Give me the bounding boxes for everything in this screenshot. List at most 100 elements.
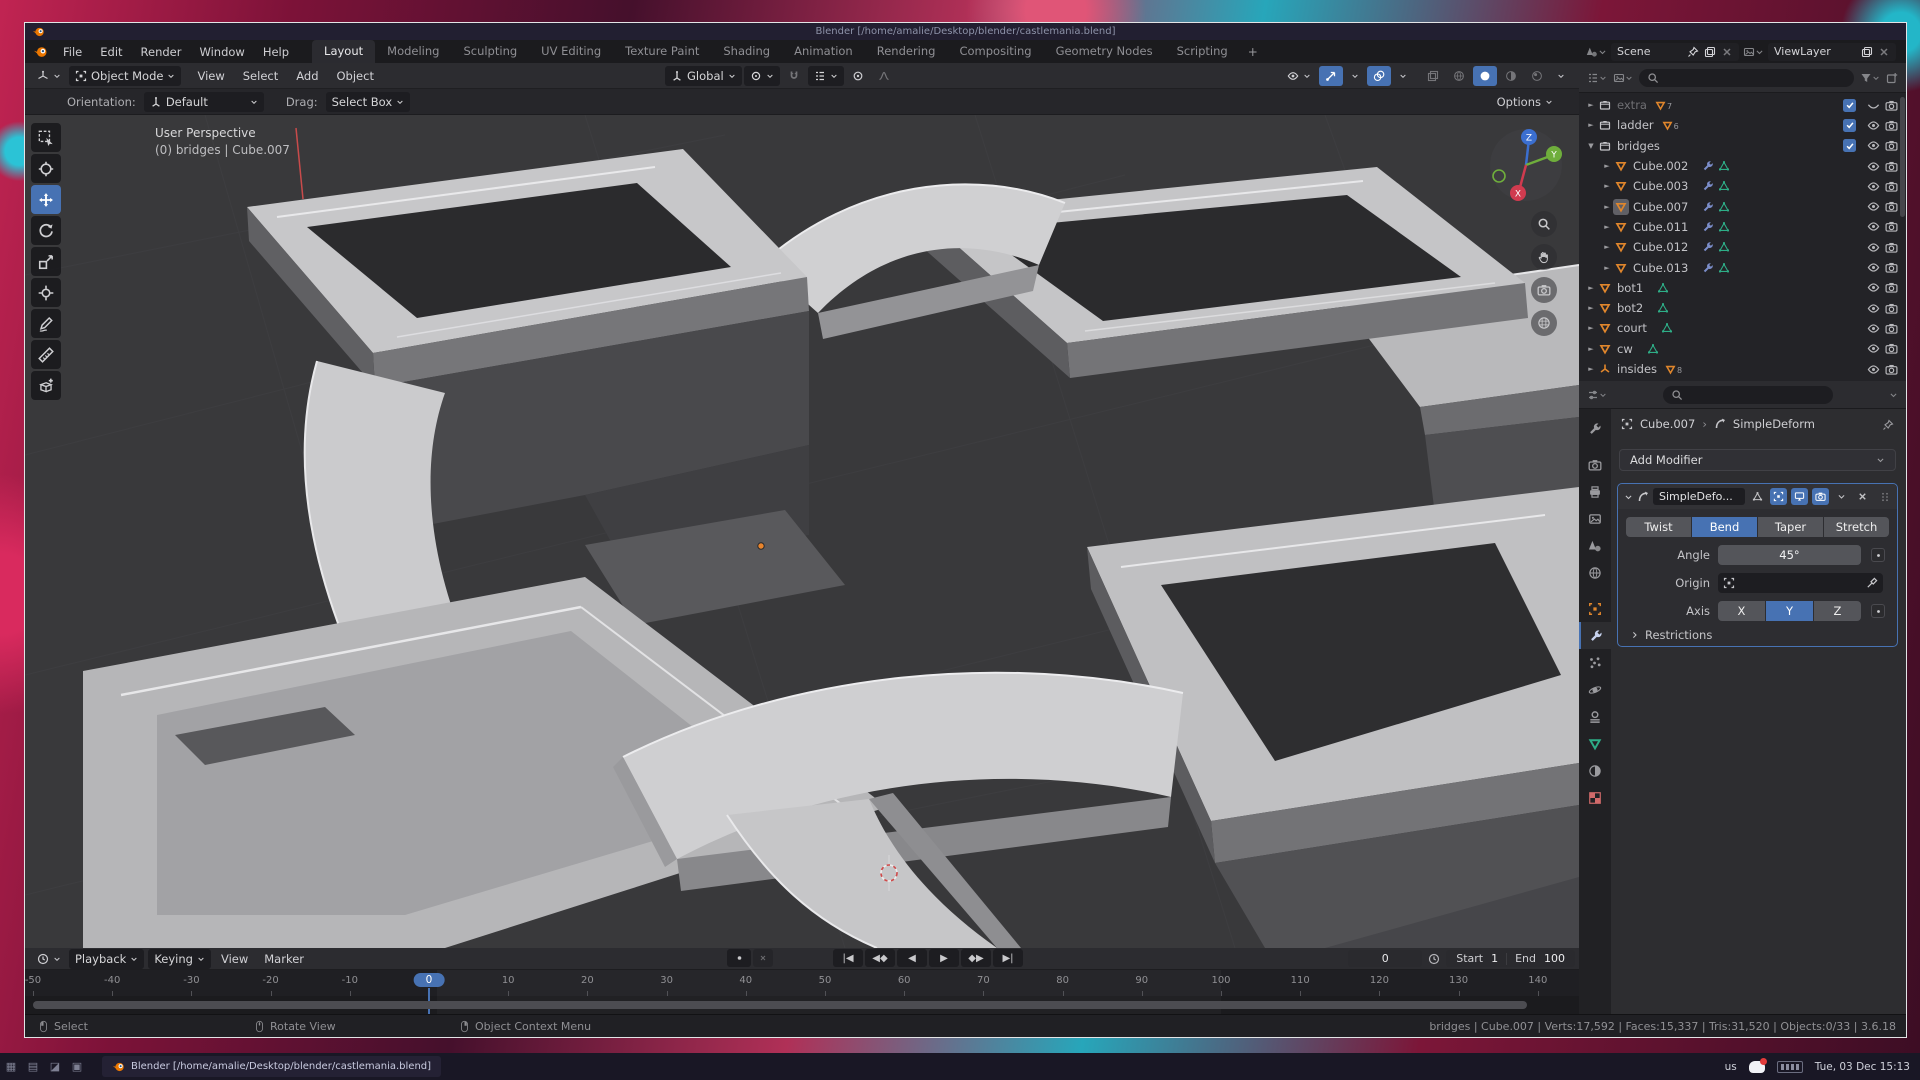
properties-tab-texture[interactable] [1579,784,1611,811]
render-visibility-toggle[interactable] [1882,220,1900,233]
viewport-menu-object[interactable]: Object [329,66,382,86]
collapse-chevron-icon[interactable] [1624,491,1633,503]
pivot-dropdown[interactable] [744,66,780,86]
outliner-display-mode-button[interactable] [1613,72,1633,84]
render-visibility-toggle[interactable] [1882,180,1900,193]
tool-transform[interactable] [31,278,61,307]
properties-tab-material[interactable] [1579,757,1611,784]
options-dropdown[interactable]: Options [1491,92,1559,112]
tool-cursor[interactable] [31,154,61,183]
zoom-button[interactable] [1531,211,1557,237]
timeline-scrollbar[interactable] [33,1001,1527,1009]
outliner-search-field[interactable] [1639,69,1854,87]
expand-arrow[interactable]: ► [1601,182,1613,190]
expand-arrow[interactable]: ► [1601,203,1613,211]
outliner-row[interactable]: ► extra 7 [1579,95,1906,115]
hide-toggle[interactable] [1864,220,1882,233]
jump-to-end-button[interactable]: ▶| [993,949,1023,967]
tab-rendering[interactable]: Rendering [865,40,948,63]
tool-move[interactable] [31,185,61,214]
hide-toggle[interactable] [1864,281,1882,294]
tray-widget[interactable] [1777,1061,1803,1073]
render-visibility-toggle[interactable] [1882,342,1900,355]
tab-uv-editing[interactable]: UV Editing [529,40,613,63]
shading-solid-button[interactable] [1473,66,1497,86]
stopwatch-icon[interactable] [1428,953,1440,965]
new-viewlayer-icon[interactable] [1861,46,1873,58]
gizmo-toggle[interactable] [1319,66,1343,86]
deform-mode-stretch[interactable]: Stretch [1824,517,1889,537]
angle-field[interactable]: 45° [1718,545,1861,565]
axis-z[interactable]: Z [1814,601,1861,621]
properties-search-field[interactable] [1663,386,1833,404]
angle-animate-button[interactable] [1871,548,1885,562]
properties-tab-tool[interactable] [1579,415,1611,442]
jump-to-start-button[interactable]: |◀ [833,949,863,967]
current-frame-indicator[interactable]: 0 [414,973,445,987]
tab-modeling[interactable]: Modeling [375,40,451,63]
visibility-dropdown[interactable] [1281,66,1317,86]
tab-sculpting[interactable]: Sculpting [451,40,529,63]
outliner-row[interactable]: ► bot1 [1579,278,1906,298]
properties-tab-output[interactable] [1579,478,1611,505]
breadcrumb-modifier[interactable]: SimpleDeform [1733,417,1815,431]
expand-arrow[interactable]: ► [1585,345,1597,353]
viewport-menu-add[interactable]: Add [288,66,326,86]
tab-texture-paint[interactable]: Texture Paint [613,40,711,63]
pan-button[interactable] [1531,244,1557,270]
properties-tab-object-data[interactable] [1579,730,1611,757]
collection-checkbox[interactable] [1843,139,1856,152]
tab-geometry-nodes[interactable]: Geometry Nodes [1044,40,1165,63]
keyboard-layout-indicator[interactable]: us [1725,1061,1737,1073]
hide-toggle[interactable] [1864,363,1882,376]
proportional-falloff-dropdown[interactable] [872,66,896,86]
modifier-name-field[interactable]: SimpleDefo... [1653,488,1745,505]
timeline-editor-type-button[interactable] [31,949,67,969]
snap-target-dropdown[interactable] [808,66,844,86]
shading-wireframe-button[interactable] [1447,66,1471,86]
hide-toggle[interactable] [1864,200,1882,213]
properties-options-button[interactable] [1889,389,1898,401]
next-keyframe-button[interactable]: ◆▶ [961,949,991,967]
shading-dropdown[interactable] [1551,66,1571,86]
outliner-row[interactable]: ► Cube.013 [1579,257,1906,277]
add-workspace-button[interactable]: + [1240,41,1266,63]
hide-toggle[interactable] [1864,160,1882,173]
modifier-extras-dropdown[interactable] [1833,488,1850,505]
deform-mode-twist[interactable]: Twist [1626,517,1691,537]
taskbar-blender-item[interactable]: Blender [/home/amalie/Desktop/blender/ca… [102,1056,441,1077]
hide-toggle[interactable] [1864,119,1882,132]
drag-grip-icon[interactable] [1879,491,1891,503]
mode-dropdown[interactable]: Object Mode [69,66,181,86]
outliner-search-input[interactable] [1664,71,1846,84]
origin-object-field[interactable] [1718,573,1883,593]
outliner-row[interactable]: ► insides 8 [1579,359,1906,379]
properties-editor-type-button[interactable] [1587,389,1607,401]
show-render-toggle[interactable] [1812,488,1829,505]
show-in-editmode-toggle[interactable] [1749,488,1766,505]
xray-toggle[interactable] [1421,66,1445,86]
camera-view-button[interactable] [1531,277,1557,303]
timeline-ruler[interactable]: -50-40-30-20-100102030405060708090100110… [25,970,1579,996]
outliner-row[interactable]: ► court [1579,318,1906,338]
show-on-cage-toggle[interactable] [1770,488,1787,505]
viewport-canvas[interactable]: User Perspective (0) bridges | Cube.007 [25,115,1579,948]
render-visibility-toggle[interactable] [1882,302,1900,315]
menu-render[interactable]: Render [132,42,191,62]
overlays-dropdown[interactable] [1393,66,1413,86]
menu-window[interactable]: Window [190,42,253,62]
prev-keyframe-button[interactable]: ◀◆ [865,949,895,967]
outliner-row[interactable]: ▼ bridges [1579,136,1906,156]
expand-arrow[interactable]: ► [1585,324,1597,332]
outliner-row[interactable]: ► Cube.002 [1579,156,1906,176]
new-collection-button[interactable] [1886,72,1898,84]
proportional-editing-toggle[interactable] [846,66,870,86]
ortho-toggle-button[interactable] [1531,310,1557,336]
expand-arrow[interactable]: ► [1585,284,1597,292]
properties-tab-view-layer[interactable] [1579,505,1611,532]
overlays-toggle[interactable] [1367,66,1391,86]
properties-tab-modifiers[interactable] [1579,622,1611,649]
pin-icon[interactable] [1687,46,1699,58]
axis-y[interactable]: Y [1766,601,1813,621]
render-visibility-toggle[interactable] [1882,200,1900,213]
